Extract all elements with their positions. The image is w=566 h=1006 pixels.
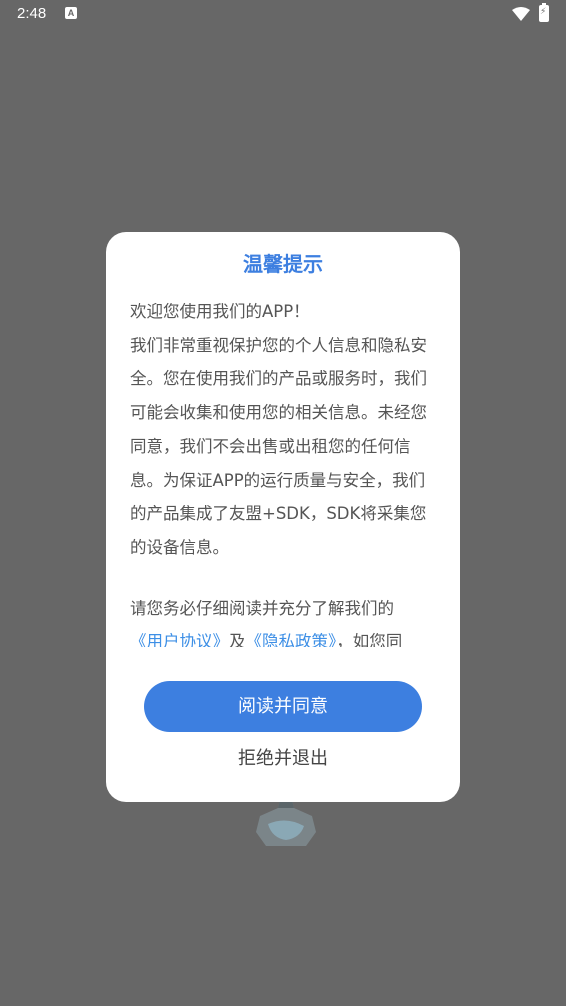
status-bar: 2:48 A [0,0,566,30]
battery-charging-icon [539,3,549,22]
a-notification-icon: A [65,7,77,19]
dialog-title: 温馨提示 [243,252,323,276]
privacy-policy-link[interactable]: 《隐私政策》 [246,632,337,647]
user-agreement-link[interactable]: 《用户协议》 [130,632,229,647]
tail-text: ，如您同 [336,632,403,647]
status-time: 2:48 [17,5,47,22]
welcome-text: 欢迎您使用我们的APP！ [130,302,310,321]
privacy-statement-text: 我们非常重视保护您的个人信息和隐私安全。您在使用我们的产品或服务时，我们可能会收… [130,335,427,557]
agree-button[interactable]: 阅读并同意 [144,681,422,732]
read-prompt-text: 请您务必仔细阅读并充分了解我们的 [130,598,394,618]
reject-button[interactable]: 拒绝并退出 [204,744,362,774]
privacy-dialog: 温馨提示 欢迎您使用我们的APP！ 我们非常重视保护您的个人信息和隐私安全。您在… [106,232,460,802]
dialog-body[interactable]: 欢迎您使用我们的APP！ 我们非常重视保护您的个人信息和隐私安全。您在使用我们的… [130,295,440,647]
links-line: 《用户协议》及《隐私政策》，如您同 [130,625,440,647]
wifi-icon [512,7,530,21]
bottle-icon [256,800,316,846]
and-text: 及 [229,632,246,647]
